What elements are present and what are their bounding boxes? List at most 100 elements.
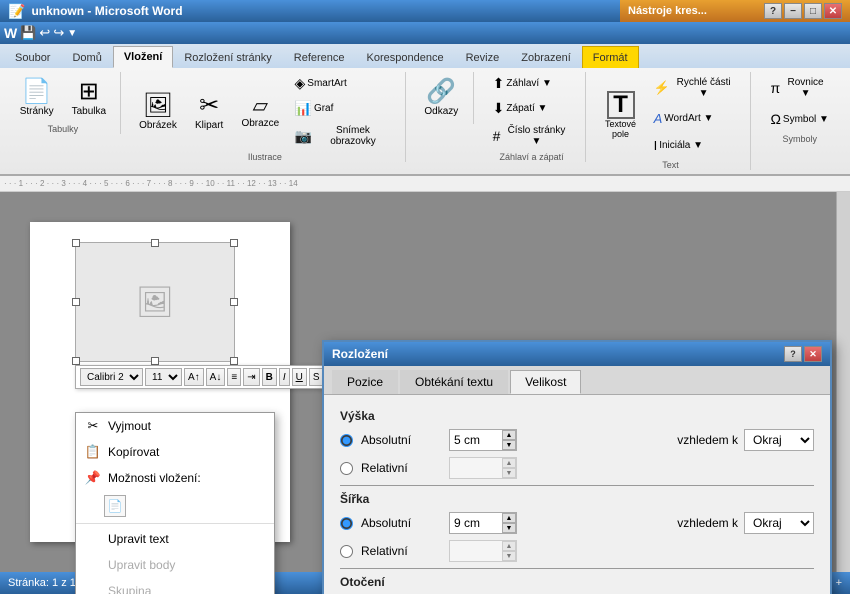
underline-btn[interactable]: U [292,368,307,386]
selected-image[interactable]: 🖼 [75,242,235,362]
tab-revize[interactable]: Revize [455,46,511,68]
vyska-down-btn[interactable]: ▼ [502,440,516,450]
qat-undo[interactable]: ↩ [39,25,50,41]
tabulka-icon: ⊞ [79,77,99,106]
dialog-tab-bar: Pozice Obtékání textu Velikost [324,366,830,395]
tab-soubor[interactable]: Soubor [4,46,61,68]
app-icon: 📝 [8,3,25,20]
copy-icon: 📋 [84,443,102,461]
dialog-close-btn[interactable]: ✕ [804,346,822,362]
btn-symbol[interactable]: Ω Symbol ▼ [763,106,836,132]
btn-zahlavi[interactable]: ⬆ Záhlaví ▼ [486,72,578,95]
word-logo: W [4,25,17,41]
tab-zobrazeni[interactable]: Zobrazení [510,46,582,68]
sirka-relativni-input: ▲ ▼ [449,540,517,562]
btn-klipart[interactable]: ✂ Klipart [187,86,231,136]
vertical-scrollbar[interactable] [836,192,850,580]
dialog-rozlozeni: Rozložení ? ✕ Pozice Obtékání textu Veli… [322,340,832,594]
zoom-in-btn[interactable]: + [836,577,842,589]
sirka-relativni-radio[interactable] [340,545,353,558]
italic-btn[interactable]: I [279,368,290,386]
sirka-relativni-label: Relativní [361,544,441,558]
smartart-icon: ◈ [295,75,306,92]
sirka-vzhledem-select[interactable]: Okraj [744,512,814,534]
sirka-relativni-row: Relativní ▲ ▼ [340,540,814,562]
divider-1 [340,485,814,486]
btn-rychle-casti[interactable]: ⚡ Rychlé části ▼ [647,72,743,104]
sirka-absolutni-input[interactable]: ▲ ▼ [449,512,517,534]
indent-btn[interactable]: ⇥ [243,368,259,386]
tab-obtekani[interactable]: Obtékání textu [400,370,508,394]
vyska-vzhledem-select[interactable]: Okraj [744,429,814,451]
dialog-body: Výška Absolutní ▲ ▼ vzhledem k [324,395,830,594]
tab-pozice[interactable]: Pozice [332,370,398,394]
edit-body-icon [84,556,102,574]
tab-format[interactable]: Formát [582,46,639,68]
paste-header-icon: 📌 [84,469,102,487]
size-select[interactable]: 11 [145,368,182,386]
close-button[interactable]: ✕ [824,3,842,19]
vyska-relativni-radio[interactable] [340,462,353,475]
stranky-label: Stránky [20,106,54,117]
tab-reference[interactable]: Reference [283,46,356,68]
btn-stranky[interactable]: 📄 Stránky [13,72,61,122]
sirka-section-label: Šířka [340,492,814,506]
vyska-relativni-input: ▲ ▼ [449,457,517,479]
align-btns[interactable]: ≡ [227,368,241,386]
vyska-relativni-value [450,458,502,478]
dialog-title-text: Rozložení [332,347,388,361]
qat-redo[interactable]: ↪ [53,25,64,41]
group-label-tabulky: Tabulky [48,122,79,134]
zahlavi-label: Záhlaví ▼ [506,78,551,89]
obrazce-label: Obrazce [241,118,279,129]
btn-obrazek[interactable]: 🖼 Obrázek [133,86,183,136]
sirka-down-btn[interactable]: ▼ [502,523,516,533]
ctx-kopirovat-label: Kopírovat [108,445,159,459]
vyska-absolutni-label: Absolutní [361,433,441,447]
help-button[interactable]: ? [764,3,782,19]
ctx-upravit-body-label: Upravit body [108,558,175,572]
qat-save[interactable]: 💾 [20,25,36,41]
btn-cislo-stranky[interactable]: # Číslo stránky ▼ [486,122,578,150]
vyska-absolutni-input[interactable]: ▲ ▼ [449,429,517,451]
sirka-up-btn[interactable]: ▲ [502,513,516,523]
tab-velikost[interactable]: Velikost [510,370,581,394]
ctx-kopirovat[interactable]: 📋 Kopírovat [76,439,274,465]
btn-zapati[interactable]: ⬇ Zápatí ▼ [486,97,578,120]
rovnice-label: Rovnice ▼ [782,77,829,99]
tab-rozlozeni-stranky[interactable]: Rozložení stránky [173,46,282,68]
ctx-paste-option[interactable]: 📄 [76,491,274,521]
ctx-upravit-text[interactable]: Upravit text [76,526,274,552]
ctx-vyjmout[interactable]: ✂ Vyjmout [76,413,274,439]
qat-dropdown[interactable]: ▼ [67,28,77,39]
sirka-absolutni-value[interactable] [450,513,502,533]
dialog-help-btn[interactable]: ? [784,346,802,362]
btn-obrazce[interactable]: ▱ Obrazce [235,88,285,134]
font-shrink-btn[interactable]: A↓ [206,368,226,386]
vyska-absolutni-value[interactable] [450,430,502,450]
ctx-vyjmout-label: Vyjmout [108,419,151,433]
bold-btn[interactable]: B [262,368,277,386]
ribbon-group-text: T Textovépole ⚡ Rychlé části ▼ A WordArt… [590,72,751,170]
btn-tabulka[interactable]: ⊞ Tabulka [65,72,113,122]
sirka-absolutni-radio[interactable] [340,517,353,530]
tab-vlozeni[interactable]: Vložení [113,46,174,68]
tab-korespondence[interactable]: Korespondence [356,46,455,68]
btn-rovnice[interactable]: π Rovnice ▼ [763,72,836,104]
vyska-up-btn[interactable]: ▲ [502,430,516,440]
graf-label: Graf [314,103,333,114]
btn-smartart[interactable]: ◈ SmartArt [290,72,398,95]
btn-wordart[interactable]: A WordArt ▼ [647,106,743,131]
btn-odkazy[interactable]: 🔗 Odkazy [417,72,465,122]
vyska-absolutni-radio[interactable] [340,434,353,447]
font-grow-btn[interactable]: A↑ [184,368,204,386]
btn-snimek[interactable]: 📷 Snímek obrazovky [290,122,398,150]
btn-textpole[interactable]: T Textovépole [598,86,642,144]
btn-iniciala[interactable]: I Iniciála ▼ [647,133,743,158]
font-select[interactable]: Calibri 2 [80,368,143,386]
group-label-ilustrace: Ilustrace [248,150,282,162]
tab-domu[interactable]: Domů [61,46,112,68]
maximize-button[interactable]: □ [804,3,822,19]
minimize-button[interactable]: − [784,3,802,19]
btn-graf[interactable]: 📊 Graf [290,97,398,120]
